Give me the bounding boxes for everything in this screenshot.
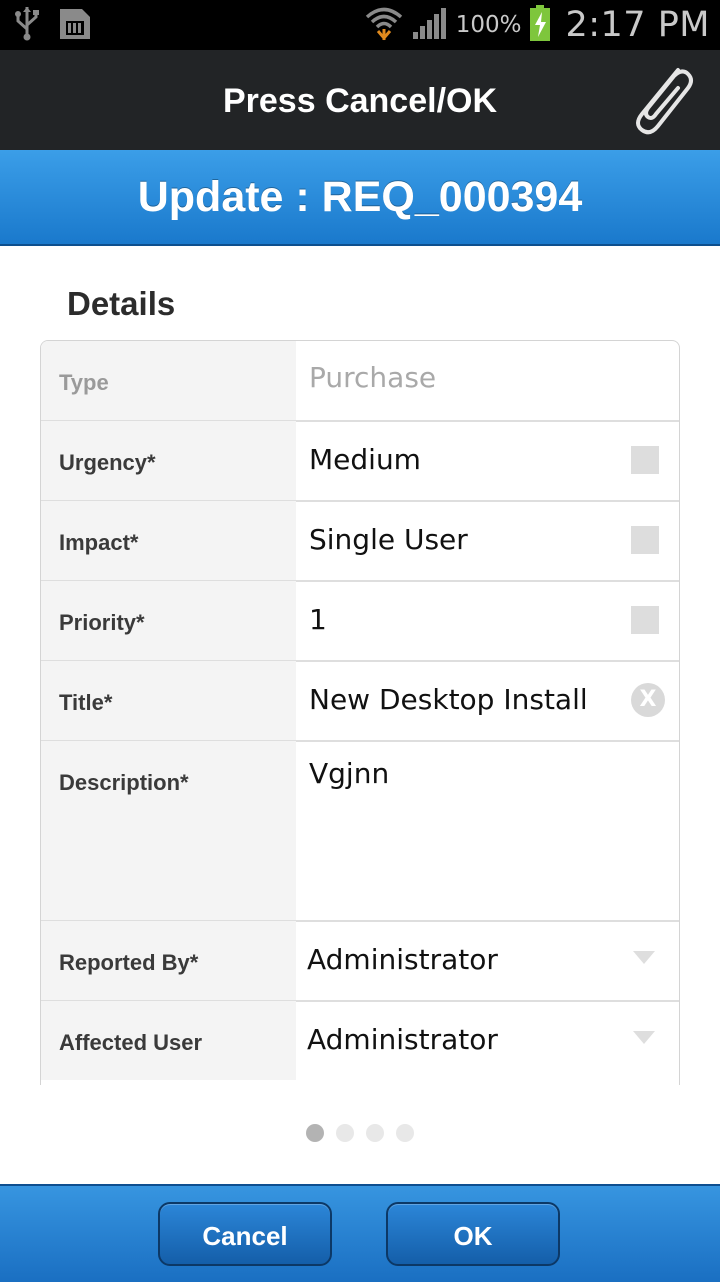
label-cell: Reported By* <box>41 921 296 1000</box>
field-row-reported-by: Reported By* Administrator <box>41 921 679 1002</box>
action-bar-title: Press Cancel/OK <box>222 82 498 120</box>
paperclip-icon[interactable] <box>626 62 696 138</box>
page-header: Update : REQ_000394 <box>0 150 720 246</box>
field-row-urgency: Urgency* Medium <box>41 421 679 502</box>
field-row-title: Title* New Desktop Install X <box>41 661 679 742</box>
field-row-affected-user: Affected User Administrator <box>41 1001 679 1080</box>
priority-label: Priority* <box>59 610 145 635</box>
action-bar: Press Cancel/OK <box>0 50 720 150</box>
details-form: Type Purchase Urgency* Medium Impact* Si… <box>40 340 680 1085</box>
cancel-button[interactable]: Cancel <box>158 1202 332 1266</box>
page-dot[interactable] <box>396 1124 414 1142</box>
label-cell: Description* <box>41 741 296 920</box>
section-title: Details <box>67 285 176 322</box>
reported-by-select[interactable]: Administrator <box>307 943 498 976</box>
urgency-label: Urgency* <box>59 450 156 475</box>
wifi-icon <box>364 5 404 46</box>
description-label: Description* <box>59 770 189 795</box>
impact-picker-button[interactable] <box>631 526 659 554</box>
page-dot[interactable] <box>336 1124 354 1142</box>
ok-button[interactable]: OK <box>386 1202 560 1266</box>
type-field[interactable]: Purchase <box>309 361 436 394</box>
field-row-type: Type Purchase <box>41 341 679 422</box>
label-cell: Type <box>41 341 296 420</box>
usb-icon <box>14 5 40 46</box>
title-input[interactable]: New Desktop Install <box>309 683 588 716</box>
urgency-picker-button[interactable] <box>631 446 659 474</box>
reported-by-label: Reported By* <box>59 950 199 975</box>
field-row-priority: Priority* 1 <box>41 581 679 662</box>
affected-user-select[interactable]: Administrator <box>307 1023 498 1056</box>
label-cell: Urgency* <box>41 421 296 500</box>
page-indicator <box>306 1124 414 1142</box>
signal-icon <box>412 6 448 45</box>
status-bar: 100% 2:17 PM <box>0 0 720 50</box>
page-title: Update : REQ_000394 <box>137 173 583 221</box>
label-cell: Impact* <box>41 501 296 580</box>
description-textarea[interactable]: Vgjnn <box>309 757 389 790</box>
status-bar-right: 100% 2:17 PM <box>364 0 710 50</box>
impact-label: Impact* <box>59 530 139 555</box>
type-label: Type <box>59 370 109 395</box>
chevron-down-icon[interactable] <box>633 1031 655 1044</box>
label-cell: Title* <box>41 661 296 740</box>
battery-charging-icon <box>529 4 551 47</box>
priority-picker-button[interactable] <box>631 606 659 634</box>
affected-user-label: Affected User <box>59 1030 203 1055</box>
label-cell: Affected User <box>41 1001 296 1080</box>
page-dot[interactable] <box>306 1124 324 1142</box>
battery-percent: 100% <box>455 12 522 38</box>
clear-title-button[interactable]: X <box>631 683 665 717</box>
sd-card-icon <box>58 5 92 46</box>
field-row-impact: Impact* Single User <box>41 501 679 582</box>
urgency-value[interactable]: Medium <box>309 443 421 476</box>
label-cell: Priority* <box>41 581 296 660</box>
impact-value[interactable]: Single User <box>309 523 468 556</box>
chevron-down-icon[interactable] <box>633 951 655 964</box>
title-label: Title* <box>59 690 113 715</box>
status-time: 2:17 PM <box>565 5 710 45</box>
field-row-description: Description* Vgjnn <box>41 741 679 922</box>
bottom-bar: Cancel OK <box>0 1184 720 1282</box>
page-dot[interactable] <box>366 1124 384 1142</box>
status-bar-left <box>14 6 92 44</box>
priority-value[interactable]: 1 <box>309 603 327 636</box>
